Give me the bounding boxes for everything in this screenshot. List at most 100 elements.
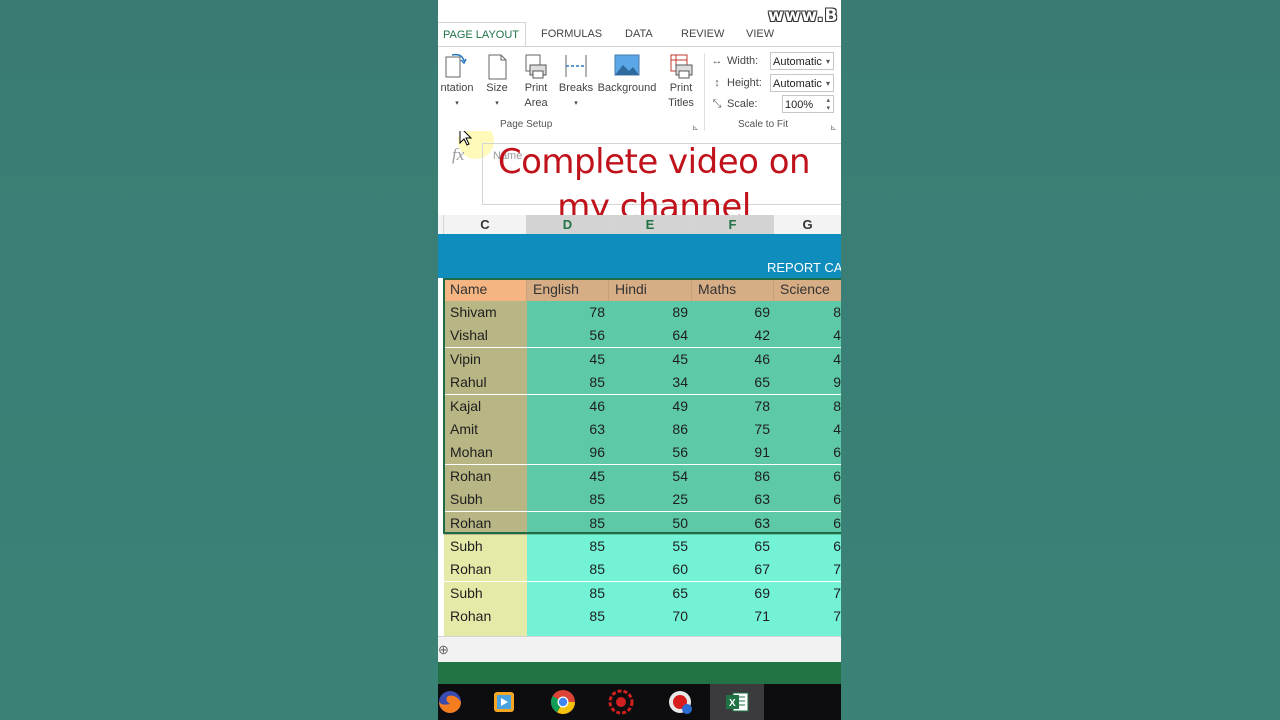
cell-name[interactable]: Amit [444, 418, 527, 441]
cell-english[interactable]: 96 [527, 441, 609, 465]
tab-view[interactable]: VIEW [746, 22, 774, 46]
cell-hindi[interactable]: 45 [609, 347, 692, 371]
cell-science[interactable]: 7 [774, 605, 841, 629]
cell-hindi[interactable]: 86 [609, 418, 692, 441]
cell-science[interactable]: 7 [774, 581, 841, 605]
cell-science[interactable]: 4 [774, 324, 841, 348]
cell-science[interactable]: 6 [774, 488, 841, 512]
tab-review[interactable]: REVIEW [681, 22, 724, 46]
cell-hindi[interactable]: 89 [609, 301, 692, 324]
cell-name[interactable]: Shivam [444, 301, 527, 324]
cell-maths[interactable]: 67 [692, 558, 774, 582]
width-dropdown[interactable]: Automatic ▾ [770, 52, 834, 70]
tab-data[interactable]: DATA [625, 22, 653, 46]
column-header-f[interactable]: F [692, 215, 774, 234]
cell-name[interactable]: Mohan [444, 441, 527, 465]
cell-english[interactable]: 85 [527, 581, 609, 605]
cell-hindi[interactable]: 25 [609, 488, 692, 512]
header-cell-english[interactable]: English [527, 278, 609, 301]
cell-maths[interactable]: 69 [692, 301, 774, 324]
cell-science[interactable]: 6 [774, 511, 841, 535]
cell-hindi[interactable]: 64 [609, 324, 692, 348]
header-cell-science[interactable]: Science [774, 278, 841, 301]
cell-english[interactable]: 85 [527, 511, 609, 535]
excel-icon[interactable]: X [723, 688, 751, 716]
height-dropdown[interactable]: Automatic ▾ [770, 74, 834, 92]
cell-name[interactable]: Vipin [444, 347, 527, 371]
fx-icon[interactable]: fx [452, 145, 464, 165]
cell-science[interactable]: 7 [774, 558, 841, 582]
cell-name[interactable]: Subh [444, 488, 527, 512]
cell-science[interactable]: 4 [774, 418, 841, 441]
size-button[interactable]: Size ▾ [482, 51, 512, 111]
cell-maths[interactable]: 86 [692, 464, 774, 488]
cell-maths[interactable]: 69 [692, 581, 774, 605]
media-player-icon[interactable] [490, 688, 518, 716]
cell-maths[interactable]: 65 [692, 535, 774, 558]
header-cell-name[interactable]: Name [444, 278, 527, 301]
cell-name[interactable]: Subh [444, 535, 527, 558]
cell-english[interactable]: 46 [527, 394, 609, 418]
cell-english[interactable]: 56 [527, 324, 609, 348]
dialog-launcher-icon[interactable]: ⊾ [692, 123, 699, 132]
cell-science[interactable]: 4 [774, 347, 841, 371]
cell-science[interactable]: 6 [774, 535, 841, 558]
column-header-c[interactable]: C [444, 215, 527, 234]
cell-maths[interactable]: 75 [692, 418, 774, 441]
scale-spinner[interactable]: 100% ▴ ▾ [782, 95, 834, 113]
cell-english[interactable]: 85 [527, 535, 609, 558]
cell-maths[interactable]: 63 [692, 511, 774, 535]
cell-maths[interactable]: 65 [692, 371, 774, 395]
cell-name[interactable]: Rohan [444, 464, 527, 488]
cell-science[interactable]: 8 [774, 394, 841, 418]
cell-science[interactable]: 6 [774, 441, 841, 465]
cell-english[interactable]: 85 [527, 558, 609, 582]
header-cell-maths[interactable]: Maths [692, 278, 774, 301]
cell-name[interactable]: Rohan [444, 558, 527, 582]
orientation-button[interactable]: ntation ▾ [438, 51, 476, 111]
cell-hindi[interactable]: 65 [609, 581, 692, 605]
cell-english[interactable]: 45 [527, 347, 609, 371]
cell-english[interactable]: 85 [527, 371, 609, 395]
cell-name[interactable]: Rohan [444, 605, 527, 629]
cell-hindi[interactable]: 70 [609, 605, 692, 629]
cell-english[interactable]: 63 [527, 418, 609, 441]
cell-english[interactable]: 78 [527, 301, 609, 324]
cell-science[interactable]: 8 [774, 301, 841, 324]
cell-english[interactable]: 85 [527, 605, 609, 629]
cell-maths[interactable]: 42 [692, 324, 774, 348]
cell-name[interactable]: Kajal [444, 394, 527, 418]
chrome-icon[interactable] [549, 688, 577, 716]
cell-hindi[interactable]: 56 [609, 441, 692, 465]
cell-name[interactable]: Rahul [444, 371, 527, 395]
header-cell-hindi[interactable]: Hindi [609, 278, 692, 301]
tab-formulas[interactable]: FORMULAS [541, 22, 602, 46]
column-header-d[interactable]: D [527, 215, 609, 234]
cell-name[interactable]: Rohan [444, 511, 527, 535]
cell-hindi[interactable]: 55 [609, 535, 692, 558]
cell-hindi[interactable]: 60 [609, 558, 692, 582]
spinner-arrows-icon[interactable]: ▴ ▾ [826, 97, 830, 113]
cell-name[interactable]: Vishal [444, 324, 527, 348]
cell-science[interactable]: 6 [774, 464, 841, 488]
cell-hindi[interactable]: 54 [609, 464, 692, 488]
firefox-icon[interactable] [438, 688, 464, 716]
cell-hindi[interactable]: 50 [609, 511, 692, 535]
settings-app-icon[interactable] [607, 688, 635, 716]
background-button[interactable]: Background [596, 51, 658, 96]
cell-maths[interactable]: 46 [692, 347, 774, 371]
add-sheet-icon[interactable]: ⊕ [438, 642, 449, 658]
cell-hindi[interactable]: 34 [609, 371, 692, 395]
cell-maths[interactable]: 71 [692, 605, 774, 629]
cell-name[interactable]: Subh [444, 581, 527, 605]
breaks-button[interactable]: Breaks ▾ [558, 51, 594, 111]
screen-recorder-icon[interactable] [666, 688, 694, 716]
cell-hindi[interactable]: 49 [609, 394, 692, 418]
cell-english[interactable]: 85 [527, 488, 609, 512]
cell-maths[interactable]: 78 [692, 394, 774, 418]
cell-maths[interactable]: 91 [692, 441, 774, 465]
cell-english[interactable]: 45 [527, 464, 609, 488]
dialog-launcher-icon[interactable]: ⊾ [830, 123, 837, 132]
tab-page-layout[interactable]: PAGE LAYOUT [438, 22, 527, 47]
print-titles-button[interactable]: Print Titles [664, 51, 698, 111]
